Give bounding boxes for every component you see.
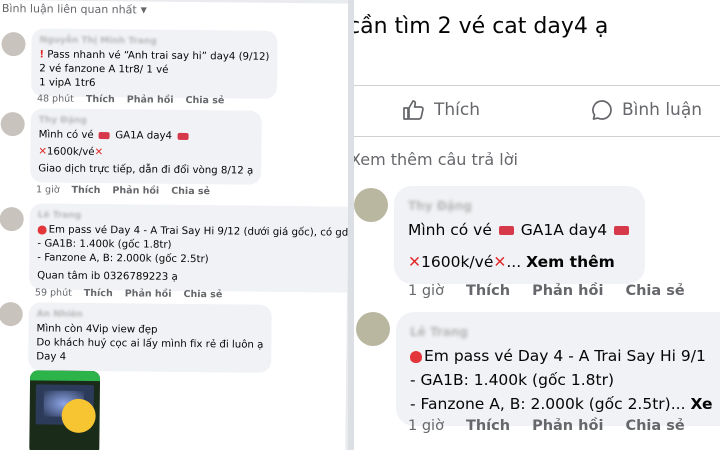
comment-line: - Fanzone A, B: 2.000k (gốc 2.5tr)... Xe bbox=[410, 392, 720, 416]
comment-time[interactable]: 1 giờ bbox=[408, 283, 444, 299]
avatar[interactable] bbox=[0, 112, 25, 137]
share-button[interactable]: Chia sẻ bbox=[625, 283, 684, 299]
comment-line: - Fanzone A, B: 2.000k (gốc 2.5tr) bbox=[37, 252, 209, 266]
comment-bubble: An Nhiên Mình còn 4Vip view đẹp Do khách… bbox=[28, 302, 272, 373]
comment-bubble: Thy Đặng Mình có vé GA1A day4 ✕1600k/vé✕… bbox=[30, 108, 262, 185]
image-header-bar bbox=[30, 370, 101, 382]
comment-text: - Fanzone A, B: 2.000k (gốc 2.5tr)... bbox=[410, 395, 686, 413]
comment-line: Em pass vé Day 4 - A Trai Say Hi 9/1 bbox=[410, 344, 720, 368]
comment-text: Mình có vé bbox=[408, 221, 492, 239]
post-text: cần tìm 2 vé cat day4 ạ bbox=[354, 14, 609, 39]
avatar[interactable] bbox=[1, 32, 26, 57]
share-button[interactable]: Chia sẻ bbox=[171, 186, 210, 197]
comment-text: GA1A day4 bbox=[520, 221, 608, 239]
comment-bubble: Lê Trang Em pass vé Day 4 - A Trai Say H… bbox=[28, 203, 350, 293]
avatar[interactable] bbox=[354, 188, 388, 222]
comment-actions: 1 giờ Thích Phản hồi Chia sẻ bbox=[36, 184, 210, 197]
comment-bubble: Nguyễn Thị Minh Trang ! Pass nhanh vé “A… bbox=[30, 28, 278, 99]
comment-text: Em pass vé Day 4 - A Trai Say Hi 9/12 (d… bbox=[48, 224, 350, 240]
chevron-down-icon: ▼ bbox=[140, 5, 147, 15]
comment-bubble-icon bbox=[592, 100, 612, 120]
like-button[interactable]: Thích bbox=[86, 94, 115, 105]
comment-text: Em pass vé Day 4 - A Trai Say Hi 9/1 bbox=[424, 347, 706, 365]
like-button[interactable]: Thích bbox=[466, 283, 510, 299]
comment-time[interactable]: 48 phút bbox=[37, 93, 74, 104]
comment-item: Thy Đặng Mình có vé GA1A day4 ✕1600k/vé✕… bbox=[0, 108, 349, 197]
like-post-button[interactable]: Thích bbox=[402, 98, 480, 122]
comment-time[interactable]: 1 giờ bbox=[36, 184, 60, 195]
commenter-name[interactable]: Thy Đặng bbox=[408, 194, 631, 218]
sort-label: Bình luận liên quan nhất bbox=[1, 2, 137, 17]
comment-item: Lê Trang Em pass vé Day 4 - A Trai Say H… bbox=[0, 203, 350, 300]
ticket-emoji-icon bbox=[98, 131, 111, 139]
comment-bubble: Lê Trang Em pass vé Day 4 - A Trai Say H… bbox=[396, 312, 720, 426]
comment-text: Pass nhanh vé “Anh trai say hi” day4 (9/… bbox=[47, 49, 270, 63]
comment-text: 1600k/vé bbox=[421, 253, 494, 271]
comment-actions: 1 giờ Thích Phản hồi Chia sẻ bbox=[408, 283, 685, 299]
ticket-emoji-icon bbox=[614, 226, 630, 235]
like-label: Thích bbox=[434, 100, 481, 120]
see-more-link[interactable]: Xe bbox=[690, 395, 712, 413]
commenter-name[interactable]: Nguyễn Thị Minh Trang bbox=[40, 33, 270, 49]
exclamation-emoji-icon: ! bbox=[39, 49, 45, 61]
avatar[interactable] bbox=[0, 302, 23, 327]
comment-line: ✕1600k/vé✕ bbox=[38, 145, 253, 161]
comment-item: An Nhiên Mình còn 4Vip view đẹp Do khách… bbox=[0, 302, 347, 373]
comment-line: Mình có vé GA1A day4 bbox=[408, 218, 631, 242]
red-x-emoji-icon: ✕ bbox=[408, 253, 421, 271]
red-x-emoji-icon: ✕ bbox=[38, 146, 48, 158]
reply-button[interactable]: Phản hồi bbox=[532, 283, 603, 299]
comment-text: 1600k/vé bbox=[46, 146, 95, 158]
reply-button[interactable]: Phản hồi bbox=[112, 185, 159, 196]
comment-text: GA1A day4 bbox=[115, 130, 173, 142]
share-button[interactable]: Chia sẻ bbox=[183, 289, 222, 300]
see-more-replies-link[interactable]: Xem thêm câu trả lời bbox=[354, 150, 518, 169]
avatar[interactable] bbox=[0, 207, 24, 232]
thumbs-up-icon bbox=[403, 100, 424, 120]
commenter-name[interactable]: An Nhiên bbox=[37, 307, 264, 323]
comment-line: Day 4 bbox=[36, 351, 67, 363]
comment-text: Mình có vé bbox=[38, 129, 94, 141]
comment-line: ✕1600k/vé✕... Xem thêm bbox=[408, 253, 615, 271]
like-button[interactable]: Thích bbox=[72, 185, 101, 196]
reply-button[interactable]: Phản hồi bbox=[127, 94, 174, 105]
comment-sort-dropdown[interactable]: Bình luận liên quan nhất ▼ bbox=[2, 2, 147, 17]
commenter-name[interactable]: Lê Trang bbox=[410, 320, 720, 344]
comment-line: Giao dịch trực tiếp, dẫn đi đổi vòng 8/1… bbox=[38, 163, 254, 177]
comment-time[interactable]: 59 phút bbox=[35, 287, 72, 298]
share-button[interactable]: Chia sẻ bbox=[625, 418, 684, 434]
comment-actions: 48 phút Thích Phản hồi Chia sẻ bbox=[37, 93, 224, 106]
comment-line: Quan tâm ib 0326789223 ạ bbox=[37, 270, 178, 283]
red-x-emoji-icon: ✕ bbox=[493, 253, 507, 271]
screenshot-collage: Bình luận liên quan nhất ▼ Nguyễn Thị Mi… bbox=[0, 0, 720, 450]
comment-actions: 59 phút Thích Phản hồi Chia sẻ bbox=[35, 287, 222, 300]
comment-bubble: Thy Đặng Mình có vé GA1A day4 ✕1600k/vé✕… bbox=[394, 186, 646, 284]
right-post-panel: cần tìm 2 vé cat day4 ạ Thích Bình luận … bbox=[354, 0, 720, 450]
share-button[interactable]: Chia sẻ bbox=[185, 95, 224, 106]
comment-line: - GA1B: 1.400k (gốc 1.8tr) bbox=[410, 371, 615, 389]
like-button[interactable]: Thích bbox=[84, 288, 113, 299]
strawberry-emoji-icon bbox=[37, 224, 47, 235]
post-action-bar: Thích Bình luận bbox=[354, 85, 720, 137]
comment-actions: 1 giờ Thích Phản hồi Chia sẻ bbox=[408, 418, 685, 434]
see-more-link[interactable]: Xem thêm bbox=[526, 253, 615, 271]
red-x-emoji-icon: ✕ bbox=[94, 146, 104, 159]
reply-button[interactable]: Phản hồi bbox=[125, 288, 172, 299]
like-button[interactable]: Thích bbox=[466, 418, 510, 434]
commenter-name[interactable]: Thy Đặng bbox=[39, 113, 254, 129]
left-comment-panel: Bình luận liên quan nhất ▼ Nguyễn Thị Mi… bbox=[0, 0, 350, 450]
strawberry-emoji-icon bbox=[410, 350, 422, 363]
reply-button[interactable]: Phản hồi bbox=[532, 418, 603, 434]
comment-time[interactable]: 1 giờ bbox=[408, 418, 444, 434]
comment-label: Bình luận bbox=[622, 100, 703, 120]
ticket-emoji-icon bbox=[177, 132, 189, 140]
comment-line: Mình có vé GA1A day4 bbox=[39, 128, 254, 144]
ticket-emoji-icon bbox=[498, 226, 514, 235]
avatar[interactable] bbox=[356, 312, 390, 346]
comment-post-button[interactable]: Bình luận bbox=[590, 98, 702, 122]
comment-item: Nguyễn Thị Minh Trang ! Pass nhanh vé “A… bbox=[0, 28, 350, 106]
comment-line: 1 vipA 1tr6 bbox=[39, 77, 96, 90]
comment-line: Do khách huỷ cọc ai lấy mình fix rẻ đi l… bbox=[36, 337, 264, 351]
emoji-sticker-icon bbox=[61, 398, 96, 434]
